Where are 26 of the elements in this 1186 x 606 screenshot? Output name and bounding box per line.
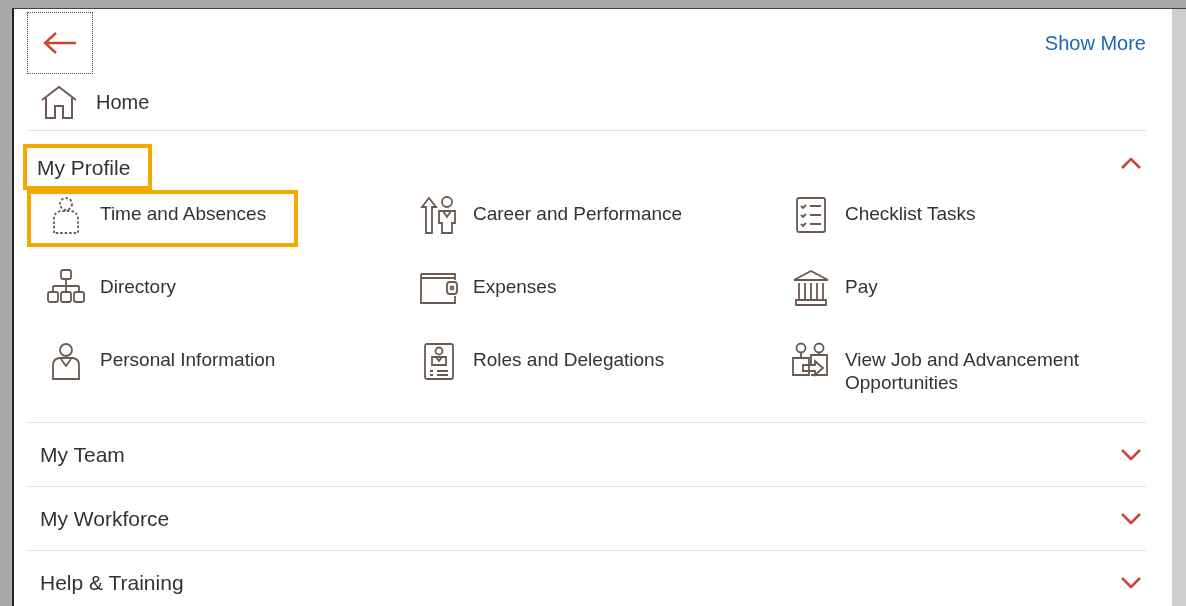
menu-item[interactable]: Expenses — [400, 263, 589, 320]
section-title: My Team — [39, 441, 126, 468]
section-header[interactable]: My Team — [27, 423, 1146, 486]
chevron-down-icon — [1120, 511, 1142, 526]
section-header[interactable]: My Workforce — [27, 487, 1146, 550]
person-arrow-icon — [419, 195, 459, 235]
chevron-up-icon — [1120, 155, 1142, 170]
bank-icon — [791, 268, 831, 308]
scrollbar[interactable] — [1172, 9, 1186, 606]
menu-item[interactable]: Roles and Delegations — [400, 336, 697, 406]
back-button[interactable] — [27, 12, 93, 74]
section-title: Help & Training — [39, 569, 185, 596]
menu-item[interactable]: Time and Absences — [27, 190, 299, 247]
menu-item[interactable]: Directory — [27, 263, 208, 320]
section-title: My Profile — [23, 143, 153, 190]
house-icon — [40, 84, 78, 120]
menu-item[interactable]: Pay — [772, 263, 910, 320]
section-header[interactable]: Help & Training — [27, 551, 1146, 606]
show-more-link[interactable]: Show More — [1044, 32, 1146, 55]
back-arrow-icon — [42, 31, 78, 55]
menu-item[interactable]: Personal Information — [27, 336, 308, 406]
menu-item[interactable]: View Job and Advancement Opportunities — [772, 336, 1146, 406]
chevron-down-icon — [1120, 447, 1142, 462]
home-link[interactable]: Home — [27, 74, 1146, 131]
chevron-down-icon — [1120, 575, 1142, 590]
section-title: My Workforce — [39, 505, 171, 532]
